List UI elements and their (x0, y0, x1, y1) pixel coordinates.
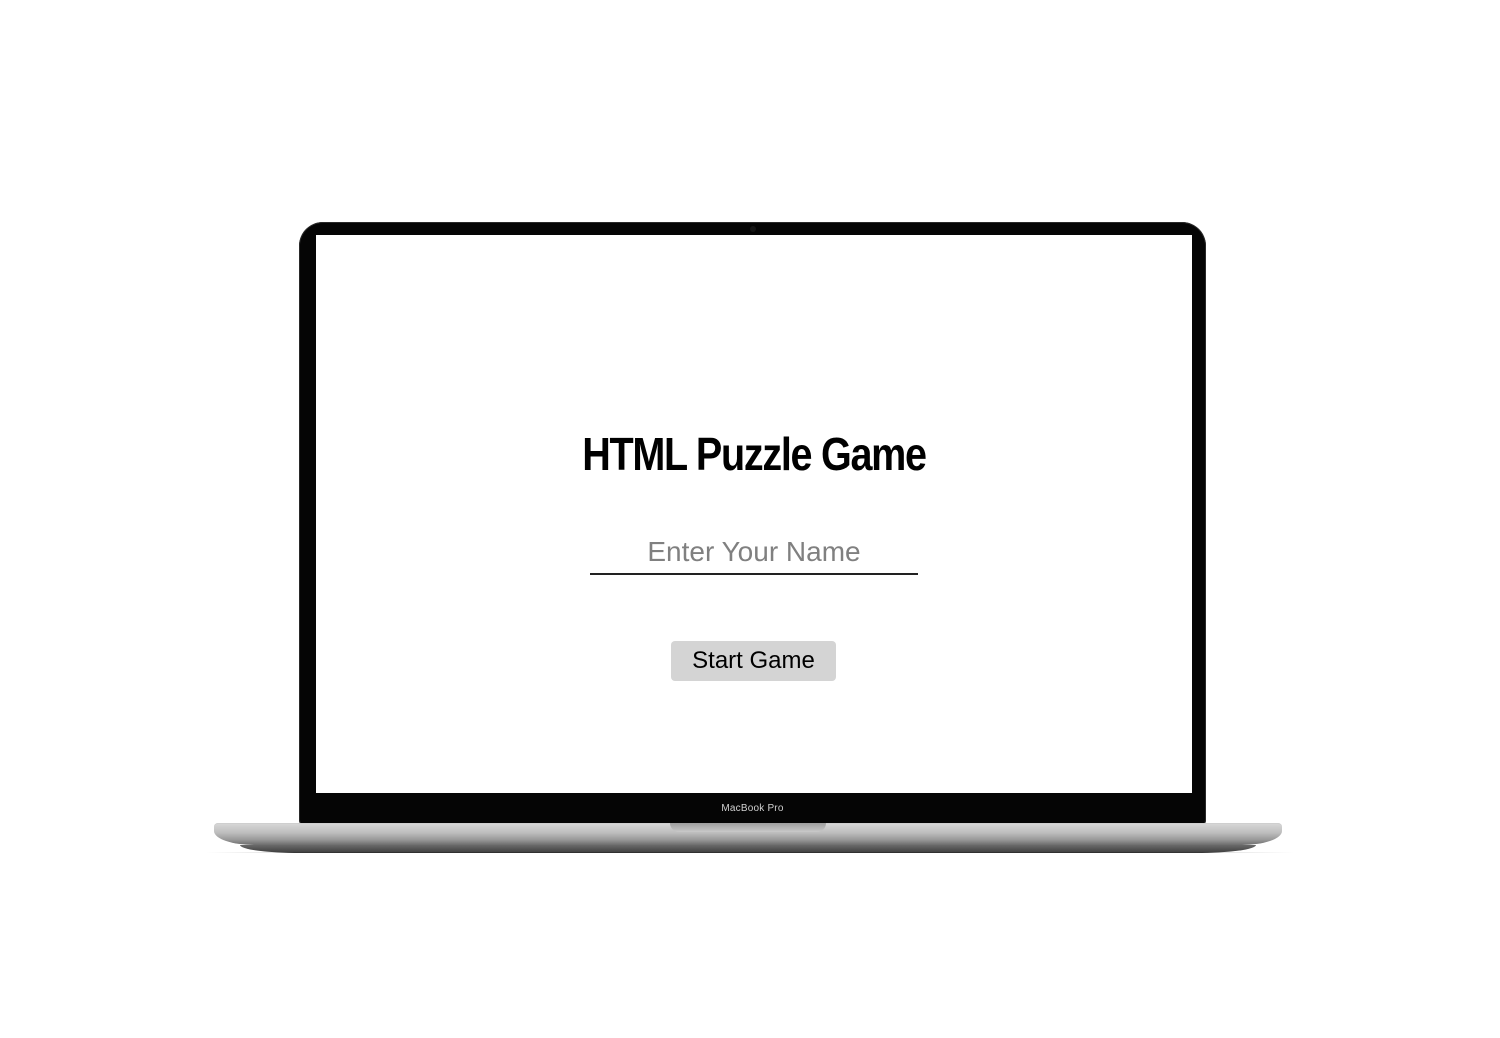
laptop-screen: HTML Puzzle Game Start Game (316, 235, 1192, 793)
name-input[interactable] (590, 531, 918, 575)
start-game-button[interactable]: Start Game (671, 641, 836, 681)
device-label: MacBook Pro (721, 803, 784, 814)
floor-shadow (205, 852, 1295, 853)
laptop-lid-notch (670, 823, 826, 832)
game-title: HTML Puzzle Game (582, 428, 927, 480)
laptop-bezel: HTML Puzzle Game Start Game MacBook Pro (299, 222, 1206, 826)
laptop-mockup: HTML Puzzle Game Start Game MacBook Pro (0, 0, 1500, 1038)
camera-icon (749, 226, 756, 232)
